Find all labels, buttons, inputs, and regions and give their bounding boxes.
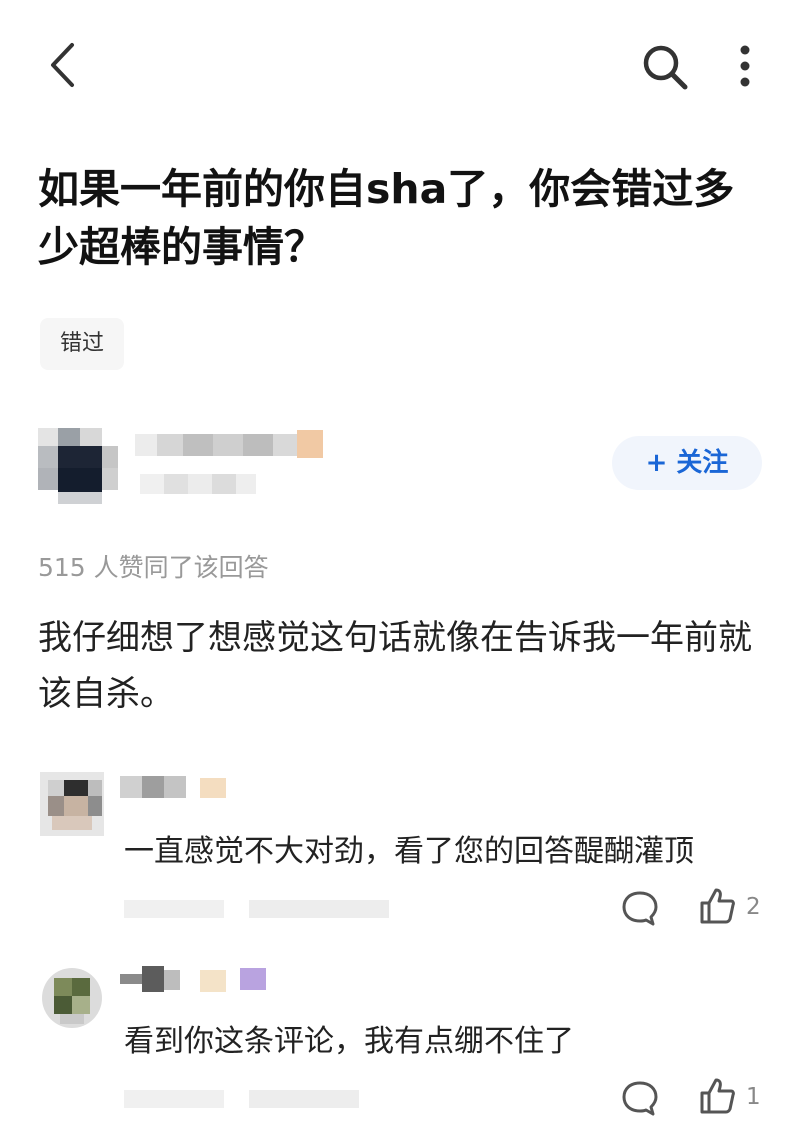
author-name-blur[interactable]: [135, 428, 325, 462]
upvote-summary: 515 人赞同了该回答: [38, 553, 269, 582]
chevron-left-icon: [51, 43, 74, 87]
thumbs-up-icon[interactable]: [698, 1076, 738, 1116]
follow-button[interactable]: + 关注: [612, 436, 762, 490]
search-button[interactable]: [638, 40, 692, 94]
topic-tag[interactable]: 错过: [40, 318, 125, 370]
thumbs-up-icon[interactable]: [698, 886, 738, 926]
comment-text: 一直感觉不大对劲，看了您的回答醍醐灌顶: [124, 834, 694, 869]
comment-meta-blur: [124, 898, 394, 920]
comment-meta-blur: [124, 1088, 364, 1110]
commenter-name-blur[interactable]: [120, 772, 230, 802]
author-subtitle-blur: [140, 470, 260, 498]
answer-body: 我仔细想了想感觉这句话就像在告诉我一年前就该自杀。: [38, 618, 752, 714]
question-title: 如果一年前的你自sha了，你会错过多少超棒的事情？: [38, 165, 735, 271]
search-icon: [643, 45, 688, 90]
reply-icon[interactable]: [620, 1078, 660, 1118]
comment-avatar[interactable]: [40, 966, 104, 1030]
like-count: 2: [746, 894, 761, 920]
comment-avatar[interactable]: [40, 772, 104, 836]
author-avatar[interactable]: [28, 420, 128, 510]
back-button[interactable]: [40, 40, 90, 90]
more-button[interactable]: [730, 40, 760, 94]
reply-icon[interactable]: [620, 888, 660, 928]
commenter-name-blur[interactable]: [120, 962, 300, 992]
comment-text: 看到你这条评论，我有点绷不住了: [124, 1024, 574, 1059]
like-count: 1: [746, 1084, 761, 1110]
more-vertical-icon: [740, 45, 750, 87]
